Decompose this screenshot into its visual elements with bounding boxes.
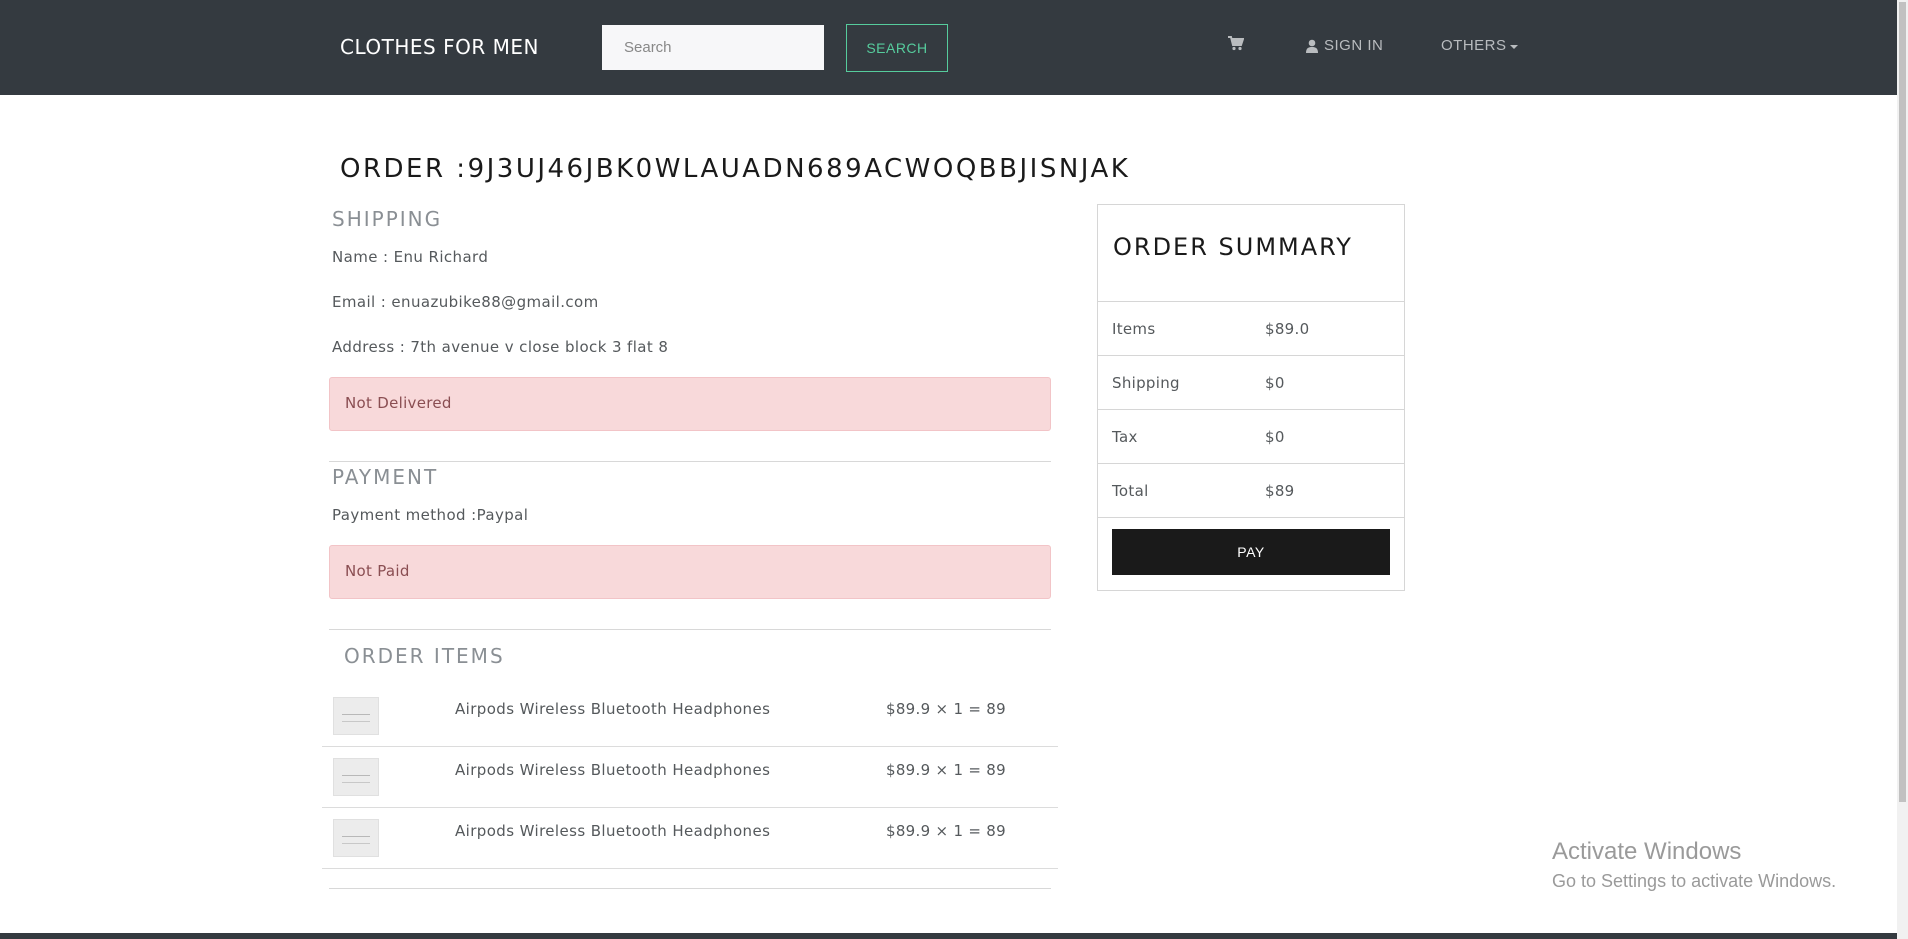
order-summary-title: ORDER SUMMARY xyxy=(1113,233,1353,261)
divider xyxy=(329,629,1051,630)
summary-value: $89 xyxy=(1265,482,1295,500)
summary-label: Total xyxy=(1112,482,1149,500)
activate-windows-title: Activate Windows xyxy=(1552,838,1742,865)
vertical-scrollbar[interactable] xyxy=(1897,0,1908,939)
order-items-heading: ORDER ITEMS xyxy=(344,644,505,668)
shipping-name: Name : Enu Richard xyxy=(332,248,489,266)
product-name-link[interactable]: Airpods Wireless Bluetooth Headphones xyxy=(455,761,770,779)
shipping-email: Email : enuazubike88@gmail.com xyxy=(332,293,599,311)
delivery-status-alert: Not Delivered xyxy=(329,377,1051,431)
summary-row-items: Items $89.0 xyxy=(1098,302,1404,356)
cart-icon xyxy=(1228,36,1245,51)
product-thumbnail xyxy=(333,819,379,857)
shipping-address: Address : 7th avenue v close block 3 fla… xyxy=(332,338,669,356)
summary-row-shipping: Shipping $0 xyxy=(1098,356,1404,410)
search-input[interactable] xyxy=(602,25,824,70)
shipping-heading: SHIPPING xyxy=(332,207,443,231)
summary-label: Items xyxy=(1112,320,1156,338)
summary-value: $89.0 xyxy=(1265,320,1310,338)
summary-label: Shipping xyxy=(1112,374,1180,392)
product-thumbnail xyxy=(333,758,379,796)
navbar: CLOTHES FOR MEN SEARCH SIGN IN OTHERS xyxy=(0,0,1897,95)
cart-link[interactable] xyxy=(1228,36,1245,55)
footer-edge xyxy=(0,933,1897,939)
summary-row-total: Total $89 xyxy=(1098,464,1404,518)
order-summary-card: ORDER SUMMARY Items $89.0 Shipping $0 Ta… xyxy=(1097,204,1405,591)
product-thumbnail xyxy=(333,697,379,735)
payment-heading: PAYMENT xyxy=(332,465,439,489)
sign-in-link[interactable]: SIGN IN xyxy=(1306,37,1383,54)
search-button[interactable]: SEARCH xyxy=(846,24,948,72)
summary-label: Tax xyxy=(1112,428,1138,446)
others-label: OTHERS xyxy=(1441,37,1507,54)
scrollbar-thumb[interactable] xyxy=(1899,2,1906,802)
payment-method: Payment method :Paypal xyxy=(332,506,529,524)
order-item-row: Airpods Wireless Bluetooth Headphones $8… xyxy=(322,747,1058,808)
pay-button[interactable]: PAY xyxy=(1112,529,1390,575)
order-title: ORDER :9J3UJ46JBK0WLAUADN689ACWOQBBJISNJ… xyxy=(340,154,1131,184)
item-price: $89.9 × 1 = 89 xyxy=(886,822,1006,840)
caret-down-icon xyxy=(1509,44,1518,49)
product-name-link[interactable]: Airpods Wireless Bluetooth Headphones xyxy=(455,700,770,718)
summary-row-tax: Tax $0 xyxy=(1098,410,1404,464)
order-summary-header: ORDER SUMMARY xyxy=(1098,205,1404,302)
brand-link[interactable]: CLOTHES FOR MEN xyxy=(340,35,539,59)
activate-windows-subtitle: Go to Settings to activate Windows. xyxy=(1552,871,1837,891)
order-item-row: Airpods Wireless Bluetooth Headphones $8… xyxy=(322,686,1058,747)
summary-value: $0 xyxy=(1265,374,1285,392)
user-icon xyxy=(1306,39,1318,53)
item-price: $89.9 × 1 = 89 xyxy=(886,761,1006,779)
item-price: $89.9 × 1 = 89 xyxy=(886,700,1006,718)
summary-value: $0 xyxy=(1265,428,1285,446)
divider xyxy=(329,888,1051,889)
sign-in-label: SIGN IN xyxy=(1324,37,1384,54)
others-dropdown[interactable]: OTHERS xyxy=(1441,37,1518,54)
divider xyxy=(329,461,1051,462)
payment-status-alert: Not Paid xyxy=(329,545,1051,599)
product-name-link[interactable]: Airpods Wireless Bluetooth Headphones xyxy=(455,822,770,840)
order-item-row: Airpods Wireless Bluetooth Headphones $8… xyxy=(322,808,1058,869)
